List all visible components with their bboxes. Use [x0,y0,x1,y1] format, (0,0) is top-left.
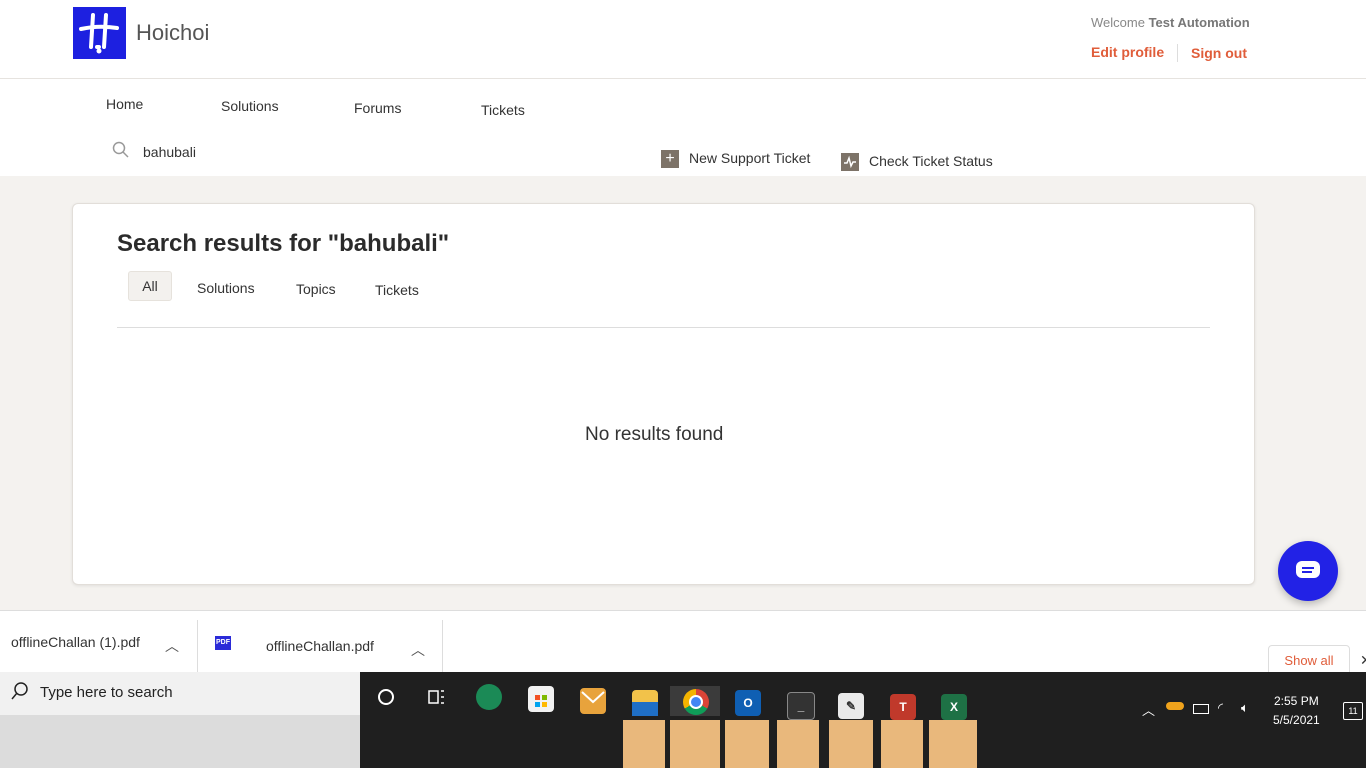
volume-icon[interactable]: 🔈︎ [1241,700,1249,716]
file-explorer-icon[interactable] [632,690,658,716]
taskbar-thumbnail [670,720,720,768]
excel-icon[interactable]: X [941,694,967,720]
logo-mark-icon [79,13,119,54]
nav-solutions[interactable]: Solutions [221,98,279,114]
chrome-icon[interactable] [683,689,709,715]
taskbar-thumbnail [929,720,977,768]
taskbar-thumbnail [623,720,665,768]
activity-icon [841,153,859,172]
new-ticket-label: New Support Ticket [689,150,811,166]
nav-home[interactable]: Home [106,96,143,112]
edge-icon[interactable] [476,684,502,710]
taskbar-thumbnail [881,720,923,768]
chat-button[interactable] [1278,541,1338,601]
cortana-icon[interactable] [373,684,399,710]
header-separator [1177,44,1178,62]
tab-tickets[interactable]: Tickets [375,282,419,298]
wifi-icon[interactable]: ◜ [1218,700,1223,716]
mail-icon[interactable] [580,688,606,714]
close-icon[interactable]: ✕ [1360,652,1366,669]
chevron-up-icon[interactable]: ︿ [1142,700,1155,719]
chevron-up-icon[interactable]: ︿ [165,636,179,656]
check-status-label: Check Ticket Status [869,153,993,169]
download-separator [442,620,443,672]
store-icon[interactable] [528,686,554,712]
download-separator [197,620,198,672]
taskbar-thumbnail [829,720,873,768]
taskbar-thumbnail [777,720,819,768]
taskbar-search-placeholder: Type here to search [40,684,173,701]
download-item[interactable]: offlineChallan.pdf [266,638,374,654]
tabs-divider [117,327,1210,328]
user-name: Test Automation [1148,15,1250,30]
brand-logo[interactable] [73,7,126,59]
terminal-icon[interactable]: _ [787,692,815,720]
battery-icon[interactable] [1193,704,1209,714]
tab-all[interactable]: All [128,271,172,301]
onedrive-icon[interactable] [1166,702,1184,710]
new-support-ticket-button[interactable]: + New Support Ticket [661,150,811,169]
clock-date[interactable]: 5/5/2021 [1273,713,1320,727]
chevron-up-icon[interactable]: ︿ [411,640,425,660]
clock-time[interactable]: 2:55 PM [1274,694,1319,708]
search-icon[interactable] [112,141,130,164]
no-results-message: No results found [585,424,724,445]
taskbar-thumbnail [725,720,769,768]
task-view-icon[interactable] [423,684,449,710]
sign-out-link[interactable]: Sign out [1191,45,1247,61]
edit-profile-link[interactable]: Edit profile [1091,44,1164,60]
plus-icon: + [661,150,679,169]
nav-forums[interactable]: Forums [354,100,401,116]
taskbar-search-lower [0,715,360,768]
tab-topics[interactable]: Topics [296,281,336,297]
search-input[interactable]: bahubali [143,144,196,160]
tab-solutions[interactable]: Solutions [197,280,255,296]
download-bar [0,610,1366,673]
notification-icon[interactable]: 11 [1343,702,1363,720]
notepad-icon[interactable]: ✎ [838,693,864,719]
chat-bubble-icon [1296,561,1320,578]
download-item[interactable]: offlineChallan (1).pdf [11,634,140,650]
teams-icon[interactable]: T [890,694,916,720]
brand-name: Hoichoi [136,20,210,45]
check-ticket-status-button[interactable]: Check Ticket Status [841,153,993,172]
results-card [72,203,1255,585]
magnifier-icon [10,681,30,706]
outlook-icon[interactable]: O [735,690,761,716]
pdf-icon: PDF [215,636,231,650]
welcome-text: Welcome Test Automation [1091,15,1250,30]
nav-tickets[interactable]: Tickets [481,102,525,118]
results-title: Search results for "bahubali" [117,230,450,257]
